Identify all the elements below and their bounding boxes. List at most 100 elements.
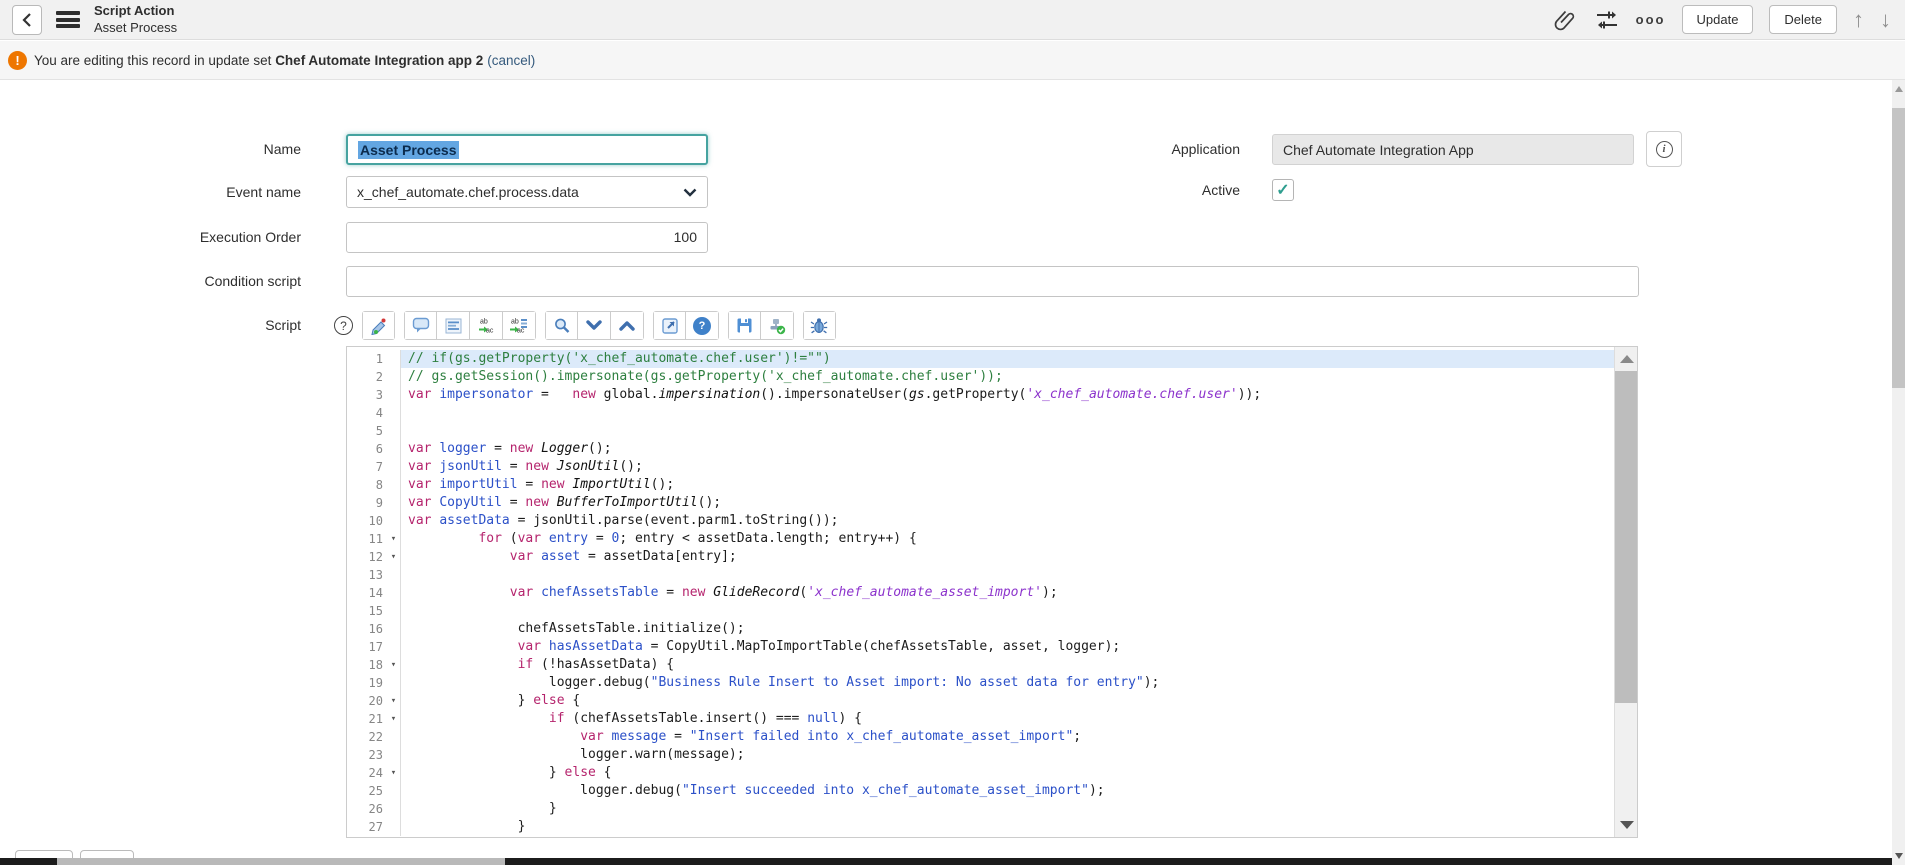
script-code-editor[interactable]: 1// if(gs.getProperty('x_chef_automate.c… [346,346,1638,838]
condition-script-input[interactable] [346,266,1639,297]
comment-button[interactable] [404,311,437,340]
line-number: 5 [347,422,387,440]
popout-button[interactable] [653,311,686,340]
replace-all-button[interactable]: ab ac [503,311,536,340]
search-icon [553,317,571,335]
event-name-select[interactable]: x_chef_automate.chef.process.data [346,176,708,208]
update-button[interactable]: Update [1682,5,1754,34]
dropdown-chevron-icon [683,188,697,197]
event-name-label: Event name [0,176,301,208]
code-text [401,404,1614,422]
header-bar: Script Action Asset Process ooo Update D… [0,0,1905,40]
format-code-button[interactable] [362,311,395,340]
debug-button[interactable] [803,311,836,340]
find-next-icon [586,320,602,331]
fold-arrow-icon[interactable]: ▾ [387,692,401,710]
name-input[interactable]: Asset Process [346,134,708,165]
name-label: Name [0,134,301,165]
fold-gutter [387,818,401,836]
code-text: for (var entry = 0; entry < assetData.le… [401,530,1614,548]
hamburger-icon[interactable] [56,11,80,28]
code-line: 20▾ } else { [347,692,1614,710]
application-value: Chef Automate Integration App [1283,142,1474,158]
syntax-check-button[interactable] [761,311,794,340]
code-text [401,602,1614,620]
paperclip-icon[interactable] [1552,7,1578,33]
svg-text:ac: ac [517,328,525,335]
fold-gutter [387,494,401,512]
fold-arrow-icon[interactable]: ▾ [387,656,401,674]
code-text: } else { [401,764,1614,782]
svg-text:ac: ac [486,328,494,335]
code-line: 26 } [347,800,1614,818]
line-number: 23 [347,746,387,764]
find-previous-button[interactable] [611,311,644,340]
fold-arrow-icon[interactable]: ▾ [387,764,401,782]
code-text: logger.debug("Insert succeeded into x_ch… [401,782,1614,800]
help-button[interactable]: ? [686,311,719,340]
code-line: 19 logger.debug("Business Rule Insert to… [347,674,1614,692]
nav-down-icon[interactable]: ↓ [1880,9,1891,31]
line-number: 14 [347,584,387,602]
fold-gutter [387,350,401,368]
execution-order-input[interactable]: 100 [346,222,708,253]
code-text: if (chefAssetsTable.insert() === null) { [401,710,1614,728]
more-options-icon[interactable]: ooo [1636,12,1666,27]
line-number: 8 [347,476,387,494]
line-number: 13 [347,566,387,584]
active-checkbox[interactable]: ✓ [1272,179,1294,201]
application-info-button[interactable]: i [1646,131,1682,167]
code-text: var importUtil = new ImportUtil(); [401,476,1614,494]
scroll-up-icon[interactable] [1620,355,1634,363]
fold-gutter [387,512,401,530]
find-previous-icon [619,320,635,331]
horizontal-scrollbar[interactable] [0,858,1905,865]
line-number: 1 [347,350,387,368]
save-button[interactable] [728,311,761,340]
name-input-selected-text: Asset Process [358,141,459,159]
fold-arrow-icon[interactable]: ▾ [387,710,401,728]
page-scrollbar-thumb[interactable] [1892,108,1905,388]
find-next-button[interactable] [578,311,611,340]
line-number: 3 [347,386,387,404]
nav-up-icon[interactable]: ↑ [1853,9,1864,31]
code-line: 15 [347,602,1614,620]
page-scroll-up-icon[interactable] [1895,86,1903,92]
cancel-link[interactable]: (cancel) [487,53,535,68]
fold-arrow-icon[interactable]: ▾ [387,530,401,548]
code-line: 7var jsonUtil = new JsonUtil(); [347,458,1614,476]
format-lines-icon [445,318,462,334]
record-type: Script Action [94,3,177,19]
format-lines-button[interactable] [437,311,470,340]
back-button[interactable] [12,5,42,35]
editor-scrollbar[interactable] [1614,347,1637,837]
banner-text: You are editing this record in update se… [34,53,271,68]
editor-scrollbar-thumb[interactable] [1615,371,1637,703]
fold-arrow-icon[interactable]: ▾ [387,548,401,566]
info-icon: i [1656,141,1673,158]
search-button[interactable] [545,311,578,340]
delete-button[interactable]: Delete [1769,5,1837,34]
line-number: 4 [347,404,387,422]
code-line: 3var impersonator = new global.impersina… [347,386,1614,404]
svg-text:ab: ab [511,319,519,326]
line-number: 25 [347,782,387,800]
fold-gutter [387,404,401,422]
page-scrollbar[interactable] [1892,80,1905,865]
code-line: 21▾ if (chefAssetsTable.insert() === nul… [347,710,1614,728]
replace-button[interactable]: abac [470,311,503,340]
sliders-icon[interactable] [1594,7,1620,33]
code-text: var chefAssetsTable = new GlideRecord('x… [401,584,1614,602]
code-line: 24▾ } else { [347,764,1614,782]
help-outline-icon[interactable]: ? [334,316,353,335]
line-number: 10 [347,512,387,530]
line-number: 18 [347,656,387,674]
scroll-down-icon[interactable] [1620,821,1634,829]
fold-gutter [387,728,401,746]
page-scroll-down-icon[interactable] [1895,853,1903,859]
line-number: 21 [347,710,387,728]
horizontal-scrollbar-thumb[interactable] [57,858,505,865]
fold-gutter [387,638,401,656]
fold-gutter [387,782,401,800]
popout-icon [661,317,679,335]
